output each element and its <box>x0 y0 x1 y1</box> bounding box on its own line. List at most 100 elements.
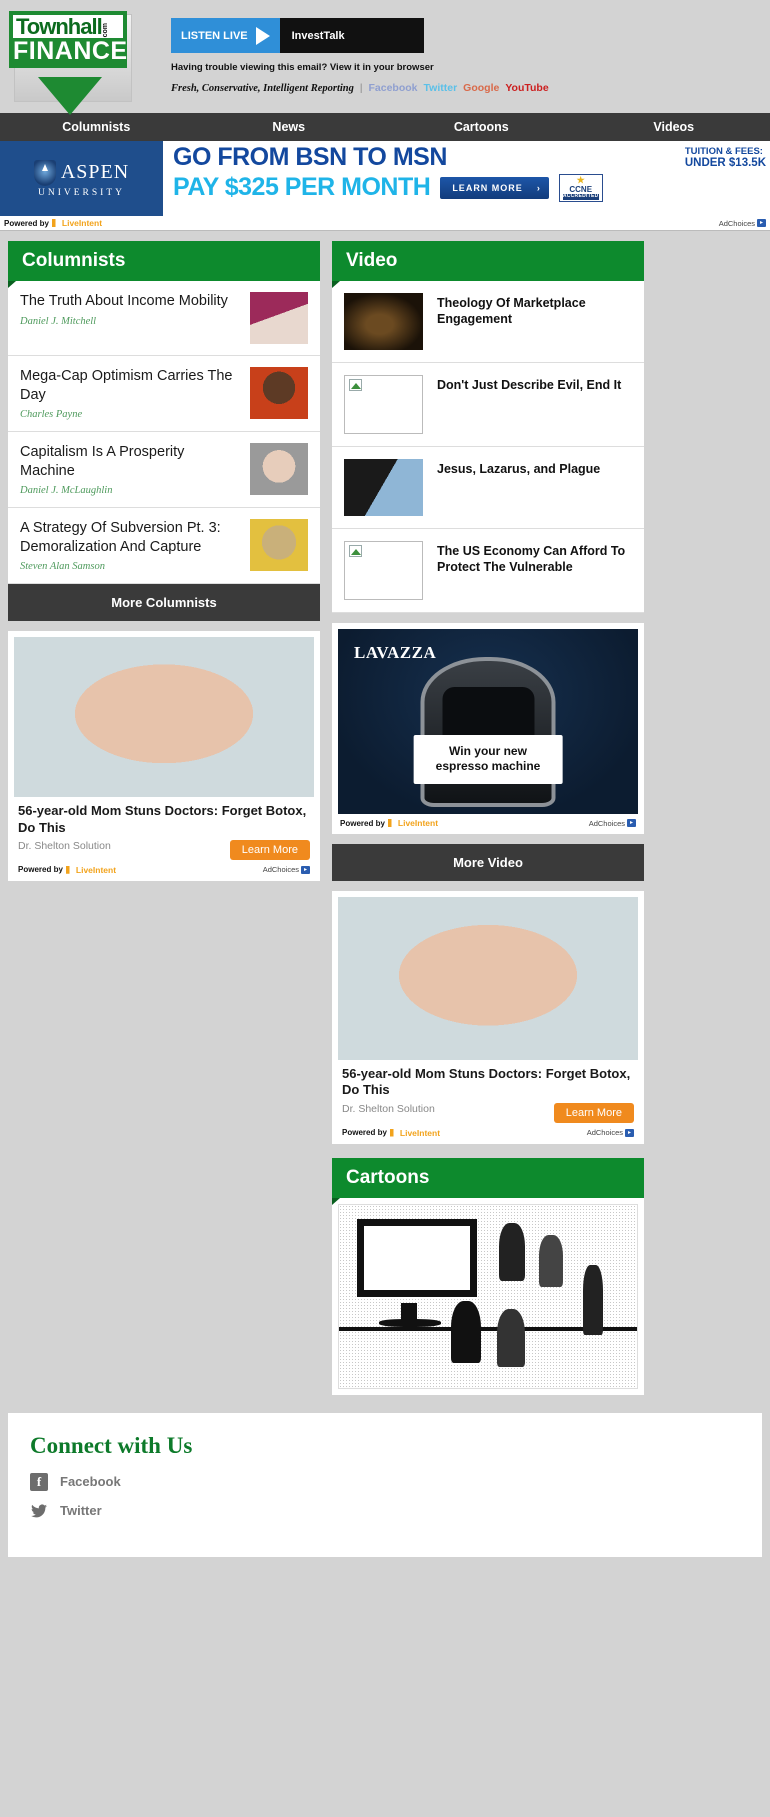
star-icon: ★ <box>576 174 585 185</box>
lavazza-brand-logo: LAVAZZA <box>354 643 437 662</box>
list-item[interactable]: Jesus, Lazarus, and Plague <box>332 447 644 529</box>
header-link-google[interactable]: Google <box>463 82 499 94</box>
native-ad-headline: 56-year-old Mom Stuns Doctors: Forget Bo… <box>18 803 307 835</box>
left-column: Columnists The Truth About Income Mobili… <box>8 241 320 881</box>
author-thumbnail <box>250 519 308 572</box>
list-item[interactable]: Don't Just Describe Evil, End It <box>332 363 644 447</box>
powered-by-row: Powered by LiveIntent <box>342 1128 440 1138</box>
liveintent-name: LiveIntent <box>75 864 117 875</box>
banner-headline: GO FROM BSN TO MSN <box>173 143 447 171</box>
article-title: A Strategy Of Subversion Pt. 3: Demorali… <box>20 520 221 555</box>
liveintent-logo: LiveIntent <box>51 218 103 228</box>
article-author: Charles Payne <box>20 409 83 421</box>
native-ad-headline: 56-year-old Mom Stuns Doctors: Forget Bo… <box>342 1066 631 1098</box>
nav-item-columnists[interactable]: Columnists <box>0 113 193 141</box>
liveintent-mark-icon <box>387 819 392 827</box>
adchoices-link[interactable]: AdChoices ▸ <box>719 219 766 228</box>
footer-link-twitter-label: Twitter <box>60 1503 102 1518</box>
nav-item-cartoons[interactable]: Cartoons <box>385 113 578 141</box>
adchoices-icon: ▸ <box>301 865 310 874</box>
logo-brand-row: Townhall com <box>13 15 123 38</box>
logo-section-text: FINANCE <box>13 37 128 65</box>
footer-link-twitter[interactable]: Twitter <box>30 1502 740 1520</box>
banner-line-1: GO FROM BSN TO MSN TUITION & FEES: UNDER… <box>173 143 766 171</box>
powered-by-row: Powered by LiveIntent <box>4 218 102 228</box>
chevron-right-icon: › <box>536 182 541 193</box>
video-title: Don't Just Describe Evil, End It <box>437 378 622 392</box>
video-thumbnail <box>344 459 423 516</box>
cartoon-figure <box>499 1222 525 1281</box>
footer-link-facebook[interactable]: f Facebook <box>30 1472 740 1491</box>
banner-ad[interactable]: ASPEN UNIVERSITY GO FROM BSN TO MSN TUIT… <box>0 141 770 216</box>
view-in-browser-text[interactable]: Having trouble viewing this email? View … <box>171 62 770 73</box>
native-ad-image-wrap <box>332 891 644 1060</box>
video-title: Jesus, Lazarus, and Plague <box>437 462 601 476</box>
video-list: Theology Of Marketplace Engagement Don't… <box>332 281 644 613</box>
lavazza-ad-footer: Powered by LiveIntent AdChoices ▸ <box>338 814 638 834</box>
header-link-twitter[interactable]: Twitter <box>424 82 458 94</box>
cartoons-section: Cartoons <box>332 1157 644 1395</box>
article-author: Daniel J. Mitchell <box>20 315 97 327</box>
banner-fees-value: UNDER $13.5K <box>684 157 766 170</box>
footer-title: Connect with Us <box>30 1432 193 1458</box>
powered-by-label: Powered by <box>4 218 49 228</box>
adchoices-link[interactable]: AdChoices ▸ <box>589 819 636 828</box>
adchoices-icon: ▸ <box>627 819 636 827</box>
list-item[interactable]: The US Economy Can Afford To Protect The… <box>332 529 644 613</box>
header-link-youtube[interactable]: YouTube <box>505 82 548 94</box>
list-item[interactable]: Mega-Cap Optimism Carries The Day Charle… <box>8 356 320 433</box>
powered-by-label: Powered by <box>340 818 385 828</box>
article-text: The Truth About Income Mobility Daniel J… <box>20 292 228 344</box>
liveintent-mark-icon <box>389 1128 394 1137</box>
article-author: Steven Alan Samson <box>20 561 105 573</box>
more-columnists-button[interactable]: More Columnists <box>8 584 320 622</box>
facebook-icon: f <box>30 1472 48 1491</box>
adchoices-link[interactable]: AdChoices ▸ <box>587 1128 634 1137</box>
powered-by-label: Powered by <box>18 865 63 875</box>
powered-by-row: Powered by LiveIntent <box>18 865 116 875</box>
native-ad-footer: Powered by LiveIntent AdChoices ▸ <box>8 862 320 881</box>
video-title: Theology Of Marketplace Engagement <box>437 296 586 326</box>
liveintent-logo: LiveIntent <box>389 1128 440 1138</box>
header-link-facebook[interactable]: Facebook <box>369 82 418 94</box>
liveintent-name: LiveIntent <box>397 818 439 828</box>
native-ad-left[interactable]: 56-year-old Mom Stuns Doctors: Forget Bo… <box>8 631 320 881</box>
nav-item-news[interactable]: News <box>193 113 386 141</box>
broken-image-icon <box>349 379 362 391</box>
adchoices-label: AdChoices <box>262 865 299 875</box>
nav-item-videos[interactable]: Videos <box>578 113 770 141</box>
learn-more-button[interactable]: Learn More <box>553 1102 634 1123</box>
logo-green-block: Townhall com FINANCE <box>9 11 127 68</box>
video-title: The US Economy Can Afford To Protect The… <box>437 544 626 574</box>
banner-advertiser-logo: ASPEN UNIVERSITY <box>0 141 163 216</box>
adchoices-link[interactable]: AdChoices ▸ <box>263 865 310 874</box>
learn-more-button[interactable]: Learn More <box>229 839 310 860</box>
cartoon-panel[interactable] <box>332 1197 644 1395</box>
list-item[interactable]: A Strategy Of Subversion Pt. 3: Demorali… <box>8 508 320 585</box>
liveintent-logo: LiveIntent <box>65 864 117 875</box>
adchoices-icon: ▸ <box>757 219 766 227</box>
shield-icon <box>33 159 56 186</box>
banner-cta-button[interactable]: LEARN MORE › <box>440 176 549 199</box>
listen-live-button[interactable]: LISTEN LIVE <box>171 18 280 53</box>
site-logo[interactable]: Townhall com FINANCE <box>8 11 138 115</box>
divider: | <box>359 83 363 94</box>
native-ad-right[interactable]: 56-year-old Mom Stuns Doctors: Forget Bo… <box>332 891 644 1144</box>
cartoon-figure <box>583 1264 603 1335</box>
article-author: Daniel J. McLaughlin <box>20 485 113 497</box>
liveintent-name: LiveIntent <box>61 218 103 228</box>
lavazza-ad[interactable]: LAVAZZA Win your new espresso machine Po… <box>332 623 644 834</box>
cartoon-figure <box>451 1300 481 1363</box>
advertiser-name: ASPEN <box>60 161 130 183</box>
adchoices-label: AdChoices <box>718 218 755 228</box>
site-tagline: Fresh, Conservative, Intelligent Reporti… <box>171 83 354 94</box>
list-item[interactable]: Capitalism Is A Prosperity Machine Danie… <box>8 432 320 509</box>
list-item[interactable]: The Truth About Income Mobility Daniel J… <box>8 281 320 356</box>
list-item[interactable]: Theology Of Marketplace Engagement <box>332 281 644 363</box>
video-section-title: Video <box>332 241 644 288</box>
cartoons-section-title: Cartoons <box>332 1157 644 1205</box>
article-text: Capitalism Is A Prosperity Machine Danie… <box>20 443 240 496</box>
more-video-button[interactable]: More Video <box>332 844 644 881</box>
listen-live-bar[interactable]: LISTEN LIVE InvestTalk <box>171 18 424 53</box>
play-icon <box>255 26 270 45</box>
